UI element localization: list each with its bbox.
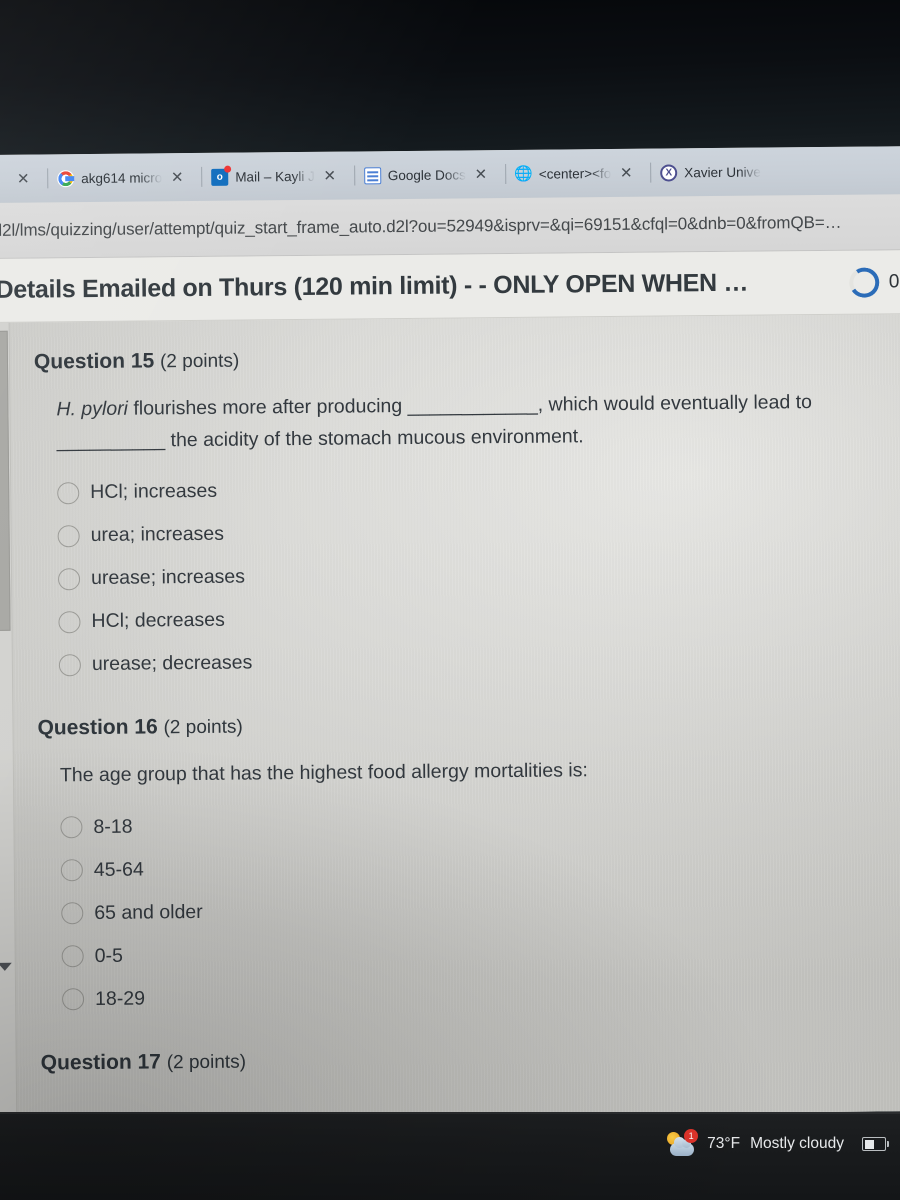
question-16-prompt: The age group that has the highest food … <box>59 759 588 787</box>
option-label: urease; increases <box>90 565 246 590</box>
option-label: 45-64 <box>93 858 144 881</box>
question-16-number: Question 16 <box>37 715 158 740</box>
question-17-heading: Question 17 (2 points) <box>41 1043 900 1075</box>
option-label: 0-5 <box>94 944 123 967</box>
tab-close-icon-4[interactable]: ✕ <box>611 164 641 182</box>
google-icon <box>57 169 75 187</box>
option-row[interactable]: urease; decreases <box>58 635 900 686</box>
question-16-heading: Question 16 (2 points) <box>37 708 900 740</box>
tab-divider <box>47 168 49 189</box>
url-text: u/d2l/lms/quizzing/user/attempt/quiz_sta… <box>0 212 842 240</box>
outlook-icon: o <box>211 168 229 186</box>
browser-tab-strip: ✕ akg614 micro ✕ o Mail – Kayli J ✕ Goog… <box>0 146 900 203</box>
monitor-photo: ✕ akg614 micro ✕ o Mail – Kayli J ✕ Goog… <box>0 0 900 1200</box>
question-15-prompt-italic: H. pylori <box>56 397 129 421</box>
timer-text: 0:5 <box>888 270 900 292</box>
battery-icon[interactable] <box>862 1137 889 1151</box>
question-16-options: 8-18 45-64 65 and older 0-5 18-29 <box>38 798 900 1021</box>
tab-divider <box>650 162 652 183</box>
timer-ring-icon <box>846 264 882 300</box>
browser-tab-label-2: Google Docs <box>387 166 466 183</box>
question-block-16: Question 16 (2 points) The age group tha… <box>37 708 900 1021</box>
question-15-options: HCl; increases urea; increases urease; i… <box>35 463 900 686</box>
tab-divider <box>504 164 506 185</box>
monitor-bezel <box>0 0 900 158</box>
option-label: HCl; increases <box>90 479 218 504</box>
option-label: urea; increases <box>90 522 225 547</box>
quiz-body: Question 15 (2 points) H. pylori flouris… <box>0 314 900 1120</box>
tab-close-icon-2[interactable]: ✕ <box>315 167 345 185</box>
weather-temperature: 73°F <box>707 1135 741 1152</box>
option-label: urease; decreases <box>91 651 253 676</box>
radio-button-icon[interactable] <box>60 859 83 882</box>
radio-button-icon[interactable] <box>58 653 82 676</box>
tab-divider <box>353 165 355 186</box>
option-label: 65 and older <box>94 900 203 924</box>
sun-behind-cloud-icon: 1 <box>665 1129 699 1157</box>
quiz-timer: 0:5 <box>846 264 900 300</box>
browser-tab-label-3: <center><fo <box>538 165 612 182</box>
browser-tab-label-0: akg614 micro <box>81 169 163 186</box>
windows-taskbar: 1 73°F Mostly cloudy <box>0 1112 900 1200</box>
question-block-15: Question 15 (2 points) H. pylori flouris… <box>34 342 900 687</box>
browser-tab-label-1: Mail – Kayli J <box>235 168 315 185</box>
option-label: 8-18 <box>93 815 133 838</box>
notification-badge: 1 <box>684 1129 699 1143</box>
browser-tab-2[interactable]: Google Docs <box>363 166 466 184</box>
browser-tab-3[interactable]: 🌐 <center><fo <box>513 164 612 183</box>
google-docs-icon <box>363 166 381 184</box>
question-15-number: Question 15 <box>33 349 155 374</box>
screen-content: ✕ akg614 micro ✕ o Mail – Kayli J ✕ Goog… <box>0 146 900 1120</box>
radio-button-icon[interactable] <box>57 567 81 590</box>
radio-button-icon[interactable] <box>61 945 84 968</box>
weather-widget[interactable]: 1 73°F Mostly cloudy <box>665 1129 844 1157</box>
quiz-header: e Details Emailed on Thurs (120 min limi… <box>0 250 900 323</box>
question-15-points: (2 points) <box>159 350 240 373</box>
question-15-prompt-rest: flourishes more after producing ________… <box>56 391 813 452</box>
option-label: HCl; decreases <box>91 608 225 633</box>
browser-tab-0[interactable]: akg614 micro <box>57 169 162 187</box>
tab-close-icon-1[interactable]: ✕ <box>162 168 192 186</box>
tab-close-icon-0[interactable]: ✕ <box>8 170 38 188</box>
question-16-points: (2 points) <box>163 716 243 739</box>
radio-button-icon[interactable] <box>57 481 80 504</box>
scroll-down-arrow-icon[interactable] <box>0 962 12 971</box>
question-17-number: Question 17 <box>40 1050 162 1075</box>
question-15-heading: Question 15 (2 points) <box>34 342 900 374</box>
question-17-points: (2 points) <box>166 1051 247 1074</box>
tab-close-icon-3[interactable]: ✕ <box>466 165 496 183</box>
browser-tab-4[interactable]: X Xavier Unive <box>660 163 761 182</box>
option-label: 18-29 <box>94 987 146 1010</box>
scrollbar-thumb[interactable] <box>0 330 11 631</box>
radio-button-icon[interactable] <box>61 902 84 925</box>
radio-button-icon[interactable] <box>60 816 83 839</box>
option-row[interactable]: 18-29 <box>62 970 900 1021</box>
question-block-17: Question 17 (2 points) <box>41 1043 900 1075</box>
browser-tab-label-4: Xavier Unive <box>684 164 761 180</box>
radio-button-icon[interactable] <box>62 988 85 1011</box>
globe-icon: 🌐 <box>513 165 533 183</box>
browser-tab-1[interactable]: o Mail – Kayli J <box>211 167 315 186</box>
radio-button-icon[interactable] <box>58 610 81 633</box>
quiz-title: e Details Emailed on Thurs (120 min limi… <box>0 268 749 305</box>
address-bar[interactable]: u/d2l/lms/quizzing/user/attempt/quiz_sta… <box>0 194 900 259</box>
weather-condition: Mostly cloudy <box>750 1135 844 1152</box>
tab-divider <box>201 166 203 187</box>
question-15-prompt: H. pylori flourishes more after producin… <box>34 386 875 457</box>
xavier-icon: X <box>660 163 678 182</box>
radio-button-icon[interactable] <box>57 524 80 547</box>
